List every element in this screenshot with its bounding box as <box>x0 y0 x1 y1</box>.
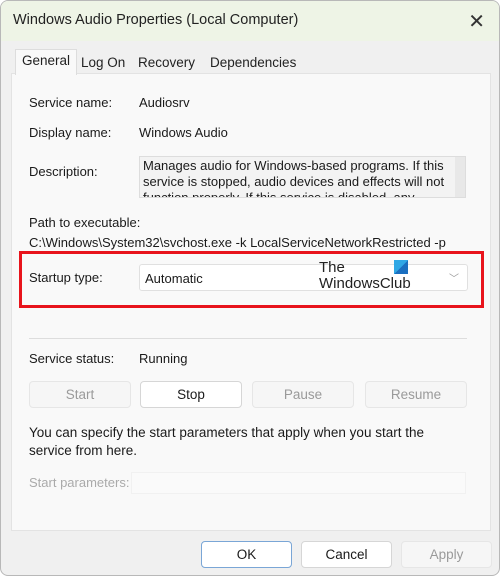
display-name-label: Display name: <box>29 125 112 140</box>
title-bar: Windows Audio Properties (Local Computer… <box>1 1 499 41</box>
startup-type-dropdown[interactable]: Automatic ﹀ <box>139 264 468 291</box>
start-button[interactable]: Start <box>29 381 131 408</box>
service-status-label: Service status: <box>29 351 115 366</box>
ok-button[interactable]: OK <box>201 541 292 568</box>
startup-type-value: Automatic <box>145 271 203 286</box>
divider <box>29 338 467 339</box>
display-name-value: Windows Audio <box>139 125 228 140</box>
tab-dependencies[interactable]: Dependencies <box>204 52 302 74</box>
description-label: Description: <box>29 164 98 179</box>
properties-dialog: Windows Audio Properties (Local Computer… <box>0 0 500 576</box>
start-parameters-label: Start parameters: <box>29 475 130 490</box>
start-parameters-input[interactable] <box>131 472 466 494</box>
path-value: C:\Windows\System32\svchost.exe -k Local… <box>29 235 446 250</box>
tab-log-on[interactable]: Log On <box>75 52 131 74</box>
help-text: You can specify the start parameters tha… <box>29 425 424 458</box>
stop-button[interactable]: Stop <box>140 381 242 408</box>
path-label: Path to executable: <box>29 215 141 230</box>
window-title: Windows Audio Properties (Local Computer… <box>13 12 299 28</box>
service-name-label: Service name: <box>29 95 113 110</box>
service-name-value: Audiosrv <box>139 95 190 110</box>
cancel-button[interactable]: Cancel <box>301 541 392 568</box>
tab-recovery[interactable]: Recovery <box>132 52 201 74</box>
service-status-value: Running <box>139 351 188 366</box>
description-scrollbar[interactable] <box>455 157 465 197</box>
description-box[interactable]: Manages audio for Windows-based programs… <box>139 156 466 198</box>
description-text: Manages audio for Windows-based programs… <box>143 158 445 198</box>
windows-logo-icon <box>394 260 408 274</box>
chevron-down-icon: ﹀ <box>449 274 459 285</box>
close-icon[interactable]: ✕ <box>468 9 485 34</box>
resume-button[interactable]: Resume <box>365 381 467 408</box>
apply-button[interactable]: Apply <box>401 541 492 568</box>
startup-type-label: Startup type: <box>29 270 103 285</box>
pause-button[interactable]: Pause <box>252 381 354 408</box>
watermark-line2: WindowsClub <box>319 275 411 292</box>
tab-general[interactable]: General <box>15 49 78 75</box>
